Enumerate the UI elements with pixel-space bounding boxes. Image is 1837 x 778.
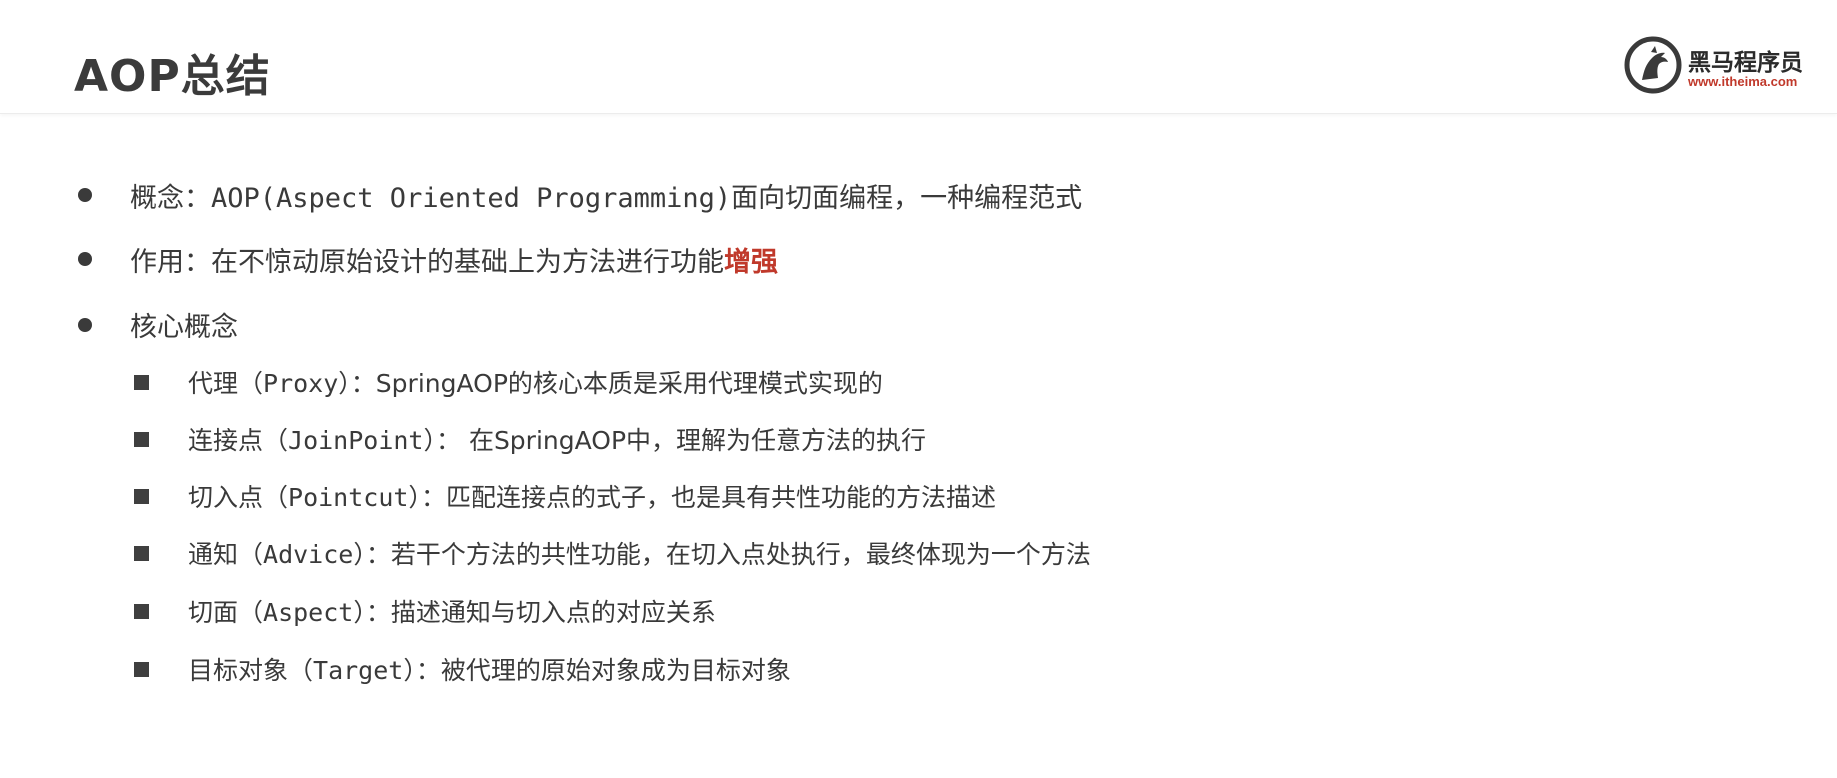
bullet-concept: 概念：AOP(Aspect Oriented Programming)面向切面编…	[130, 176, 1082, 215]
bullet-text: 在不惊动原始设计的基础上为方法进行功能	[211, 247, 724, 278]
bullet-text: 面向切面编程，一种编程范式	[731, 183, 1083, 214]
concept-desc: 在SpringAOP中，理解为任意方法的执行	[468, 426, 927, 455]
concept-term: （Pointcut）	[263, 483, 421, 512]
sub-bullet-square	[134, 375, 149, 390]
concept-desc: 描述通知与切入点的对应关系	[390, 598, 716, 627]
concept-desc: 被代理的原始对象成为目标对象	[440, 656, 791, 685]
emphasis-text: 增强	[724, 247, 778, 278]
brand-logo: 黑马程序员 www.itheima.com	[1624, 36, 1824, 96]
bullet-core-concepts: 核心概念	[130, 305, 238, 344]
concept-item: 切入点（Pointcut）：匹配连接点的式子，也是具有共性功能的方法描述	[188, 478, 996, 514]
bullet-label: 作用：	[130, 247, 211, 278]
concept-term: （Target）	[288, 656, 416, 685]
concept-sep: ：	[365, 598, 391, 627]
concept-name: 连接点	[188, 426, 264, 455]
sub-bullet-square	[134, 432, 149, 447]
horse-head-icon	[1624, 36, 1682, 94]
concept-item: 目标对象（Target）：被代理的原始对象成为目标对象	[188, 651, 791, 687]
bullet-dot	[78, 188, 92, 202]
concept-desc: SpringAOP的核心本质是采用代理模式实现的	[375, 369, 883, 398]
concept-sep: ：	[415, 656, 441, 685]
concept-term: （Advice）	[238, 540, 366, 569]
concept-name: 切入点	[188, 483, 264, 512]
bullet-purpose: 作用：在不惊动原始设计的基础上为方法进行功能增强	[130, 240, 778, 279]
slide-title: AOP总结	[74, 51, 271, 102]
concept-item: 通知（Advice）：若干个方法的共性功能，在切入点处执行，最终体现为一个方法	[188, 535, 1091, 571]
concept-desc: 匹配连接点的式子，也是具有共性功能的方法描述	[445, 483, 996, 512]
concept-item: 切面（Aspect）：描述通知与切入点的对应关系	[188, 593, 716, 629]
concept-term: （JoinPoint）	[263, 426, 436, 455]
concept-sep: ：	[435, 426, 469, 455]
sub-bullet-square	[134, 489, 149, 504]
concept-sep: ：	[420, 483, 446, 512]
concept-name: 目标对象	[188, 656, 289, 685]
concept-sep: ：	[365, 540, 391, 569]
brand-url: www.itheima.com	[1688, 74, 1798, 89]
bullet-label: 核心概念	[130, 312, 238, 343]
bullet-dot	[78, 318, 92, 332]
concept-item: 连接点（JoinPoint）： 在SpringAOP中，理解为任意方法的执行	[188, 421, 926, 457]
sub-bullet-square	[134, 546, 149, 561]
bullet-dot	[78, 252, 92, 266]
concept-term: （Aspect）	[238, 598, 366, 627]
concept-term: （Proxy）	[238, 369, 351, 398]
aop-fullname: AOP(Aspect Oriented Programming)	[211, 183, 732, 214]
concept-sep: ：	[350, 369, 376, 398]
concept-name: 切面	[188, 598, 239, 627]
concept-desc: 若干个方法的共性功能，在切入点处执行，最终体现为一个方法	[390, 540, 1091, 569]
bullet-label: 概念：	[130, 183, 211, 214]
concept-item: 代理（Proxy）：SpringAOP的核心本质是采用代理模式实现的	[188, 364, 883, 400]
brand-name: 黑马程序员	[1688, 50, 1803, 76]
slide-header: AOP总结 黑马程序员 www.itheima.com	[0, 0, 1837, 114]
sub-bullet-square	[134, 604, 149, 619]
sub-bullet-square	[134, 662, 149, 677]
concept-name: 代理	[188, 369, 239, 398]
concept-name: 通知	[188, 540, 239, 569]
